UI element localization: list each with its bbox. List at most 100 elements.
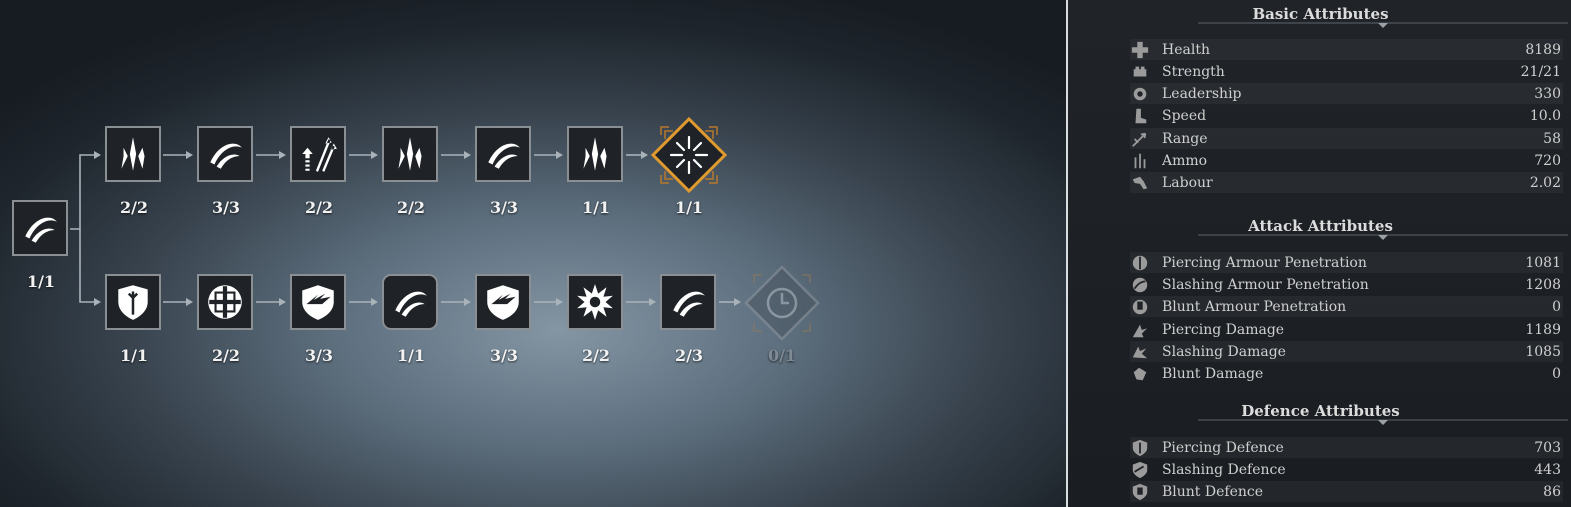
skill-node-bottom-4-label: 1/1 [396, 346, 426, 365]
attr-value: 58 [1543, 130, 1561, 147]
attr-value: 720 [1534, 152, 1561, 169]
skill-node-top-5[interactable] [475, 126, 531, 182]
attr-row-piercing-defence: Piercing Defence 703 [1130, 437, 1563, 458]
attr-value: 86 [1543, 483, 1561, 500]
skill-node-bottom-3-label: 3/3 [304, 346, 334, 365]
skill-node-top-4[interactable] [382, 126, 438, 182]
skill-node-bottom-1-label: 1/1 [119, 346, 149, 365]
attr-row-labour: Labour 2.02 [1130, 172, 1563, 193]
attr-value: 703 [1534, 439, 1561, 456]
skill-node-bottom-4[interactable] [382, 274, 438, 330]
attr-name: Blunt Defence [1162, 483, 1263, 500]
skill-node-top-7[interactable] [649, 115, 729, 195]
crescent-slash-icon [673, 291, 705, 317]
section-divider [1198, 22, 1568, 28]
attr-value: 330 [1534, 85, 1561, 102]
skill-node-bottom-3[interactable] [290, 274, 346, 330]
attr-row-blunt-armour-penetration: Blunt Armour Penetration 0 [1130, 296, 1563, 317]
attr-value: 0 [1552, 298, 1561, 315]
attr-row-blunt-damage: Blunt Damage 0 [1130, 363, 1563, 384]
piercing-damage-icon [1130, 320, 1150, 340]
skill-node-top-2-label: 3/3 [211, 198, 241, 217]
attr-value: 443 [1534, 461, 1561, 478]
skill-node-bottom-6-label: 2/2 [581, 346, 611, 365]
attributes-panel: Basic Attributes Health 8189 Strength 21… [1066, 0, 1571, 507]
skill-node-top-3[interactable] [290, 126, 346, 182]
attr-name: Speed [1162, 107, 1207, 124]
skill-node-bottom-2-label: 2/2 [211, 346, 241, 365]
skill-node-bottom-5-label: 3/3 [489, 346, 519, 365]
skill-node-top-2[interactable] [197, 126, 253, 182]
piercing-defence-icon [1130, 438, 1150, 458]
attr-name: Leadership [1162, 85, 1242, 102]
attr-row-slashing-defence: Slashing Defence 443 [1130, 459, 1563, 480]
skill-node-top-6-label: 1/1 [581, 198, 611, 217]
skill-node-root[interactable] [12, 200, 68, 256]
wing-shield-icon [302, 285, 334, 320]
attr-value: 2.02 [1529, 174, 1561, 191]
spear-tip-icon [398, 137, 422, 171]
impact-burst-icon [577, 284, 613, 320]
strength-fist-icon [1130, 62, 1150, 82]
skill-node-bottom-6[interactable] [567, 274, 623, 330]
attr-name: Labour [1162, 174, 1213, 191]
skill-node-top-3-label: 2/2 [304, 198, 334, 217]
skill-node-top-5-label: 3/3 [489, 198, 519, 217]
skill-node-bottom-2[interactable] [197, 274, 253, 330]
skill-node-top-4-label: 2/2 [396, 198, 426, 217]
shield-arrows-icon [118, 285, 148, 320]
attr-name: Piercing Defence [1162, 439, 1284, 456]
attr-name: Piercing Damage [1162, 321, 1285, 338]
burst-diamond-icon [650, 116, 728, 194]
speed-boot-icon [1130, 106, 1150, 126]
attr-name: Slashing Damage [1162, 343, 1286, 360]
skill-node-top-7-label: 1/1 [674, 198, 704, 217]
crescent-slash-icon [488, 143, 520, 169]
range-arrow-icon [1130, 129, 1150, 149]
skill-node-root-label: 1/1 [26, 272, 56, 291]
attr-row-speed: Speed 10.0 [1130, 105, 1563, 126]
tree-connectors [70, 151, 741, 306]
attr-row-blunt-defence: Blunt Defence 86 [1130, 481, 1563, 502]
attr-name: Slashing Armour Penetration [1162, 276, 1369, 293]
attr-row-piercing-damage: Piercing Damage 1189 [1130, 319, 1563, 340]
crescent-slash-icon [395, 291, 427, 317]
attr-row-slashing-armour-penetration: Slashing Armour Penetration 1208 [1130, 274, 1563, 295]
ammo-bars-icon [1130, 151, 1150, 171]
skill-node-top-1-label: 2/2 [119, 198, 149, 217]
skill-node-bottom-8-label: 0/1 [767, 346, 797, 365]
attr-name: Blunt Damage [1162, 365, 1264, 382]
attr-row-piercing-armour-penetration: Piercing Armour Penetration 1081 [1130, 252, 1563, 273]
section-divider [1198, 419, 1568, 425]
skill-node-top-6[interactable] [567, 126, 623, 182]
cross-shield-icon [208, 285, 242, 319]
attr-value: 21/21 [1520, 63, 1561, 80]
attr-name: Strength [1162, 63, 1225, 80]
health-cross-icon [1130, 40, 1150, 60]
attr-row-ammo: Ammo 720 [1130, 150, 1563, 171]
attr-name: Slashing Defence [1162, 461, 1286, 478]
leadership-gear-icon [1130, 84, 1150, 104]
blunt-defence-icon [1130, 482, 1150, 502]
crescent-slash-icon [210, 143, 242, 169]
skill-node-bottom-7-label: 2/3 [674, 346, 704, 365]
spear-tip-icon [121, 137, 145, 171]
skill-node-bottom-8[interactable] [742, 263, 822, 343]
attr-value: 0 [1552, 365, 1561, 382]
arrows-up-icon [302, 137, 337, 172]
section-divider [1198, 234, 1568, 240]
skill-node-bottom-1[interactable] [105, 274, 161, 330]
skill-node-bottom-7[interactable] [660, 274, 716, 330]
attr-name: Piercing Armour Penetration [1162, 254, 1367, 271]
attr-row-range: Range 58 [1130, 128, 1563, 149]
attr-row-strength: Strength 21/21 [1130, 61, 1563, 82]
piercing-penetration-icon [1130, 253, 1150, 273]
attr-value: 10.0 [1529, 107, 1561, 124]
skill-node-top-1[interactable] [105, 126, 161, 182]
attr-value: 1085 [1525, 343, 1561, 360]
attr-name: Range [1162, 130, 1208, 147]
crescent-slash-icon [25, 217, 57, 243]
slashing-defence-icon [1130, 460, 1150, 480]
locked-clock-diamond-icon [744, 265, 820, 341]
skill-node-bottom-5[interactable] [475, 274, 531, 330]
